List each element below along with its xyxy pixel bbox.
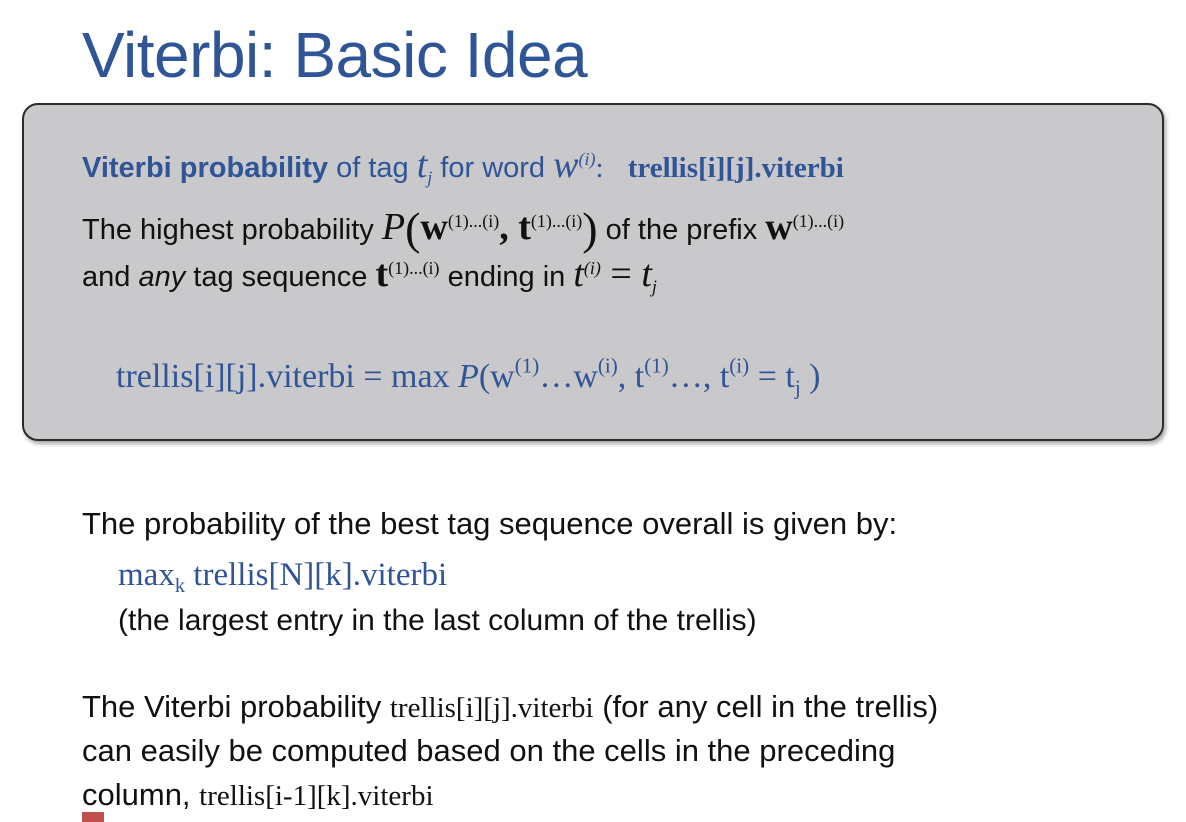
code-trellis-prev-column: trellis[i-1][k].viterbi [199,780,434,812]
definition-line-3: and any tag sequence t(1)...(i) ending i… [82,253,657,297]
code-trellis-viterbi: trellis[i][j].viterbi [627,152,844,184]
definition-box: Viterbi probability of tag tj for word w… [22,103,1164,441]
slide-title: Viterbi: Basic Idea [82,19,588,91]
definition-line-2: The highest probability P(w(1)...(i), t(… [82,203,845,254]
viterbi-computation-line-1: The Viterbi probability trellis[i][j].vi… [82,689,939,724]
term-viterbi-probability: Viterbi probability [82,152,329,184]
viterbi-computation-line-3: column, trellis[i-1][k].viterbi [82,777,434,812]
best-sequence-formula: maxk trellis[N][k].viterbi [118,557,448,598]
definition-line-1: Viterbi probability of tag tj for word w… [82,144,844,188]
best-sequence-text: The probability of the best tag sequence… [82,506,898,541]
viterbi-formula: trellis[i][j].viterbi = max P(w(1)…w(i),… [116,353,821,400]
viterbi-computation-line-2: can easily be computed based on the cell… [82,733,896,768]
best-sequence-note: (the largest entry in the last column of… [118,604,757,637]
code-trellis-viterbi-inline: trellis[i][j].viterbi [389,692,594,724]
red-bullet-marker [82,812,104,822]
